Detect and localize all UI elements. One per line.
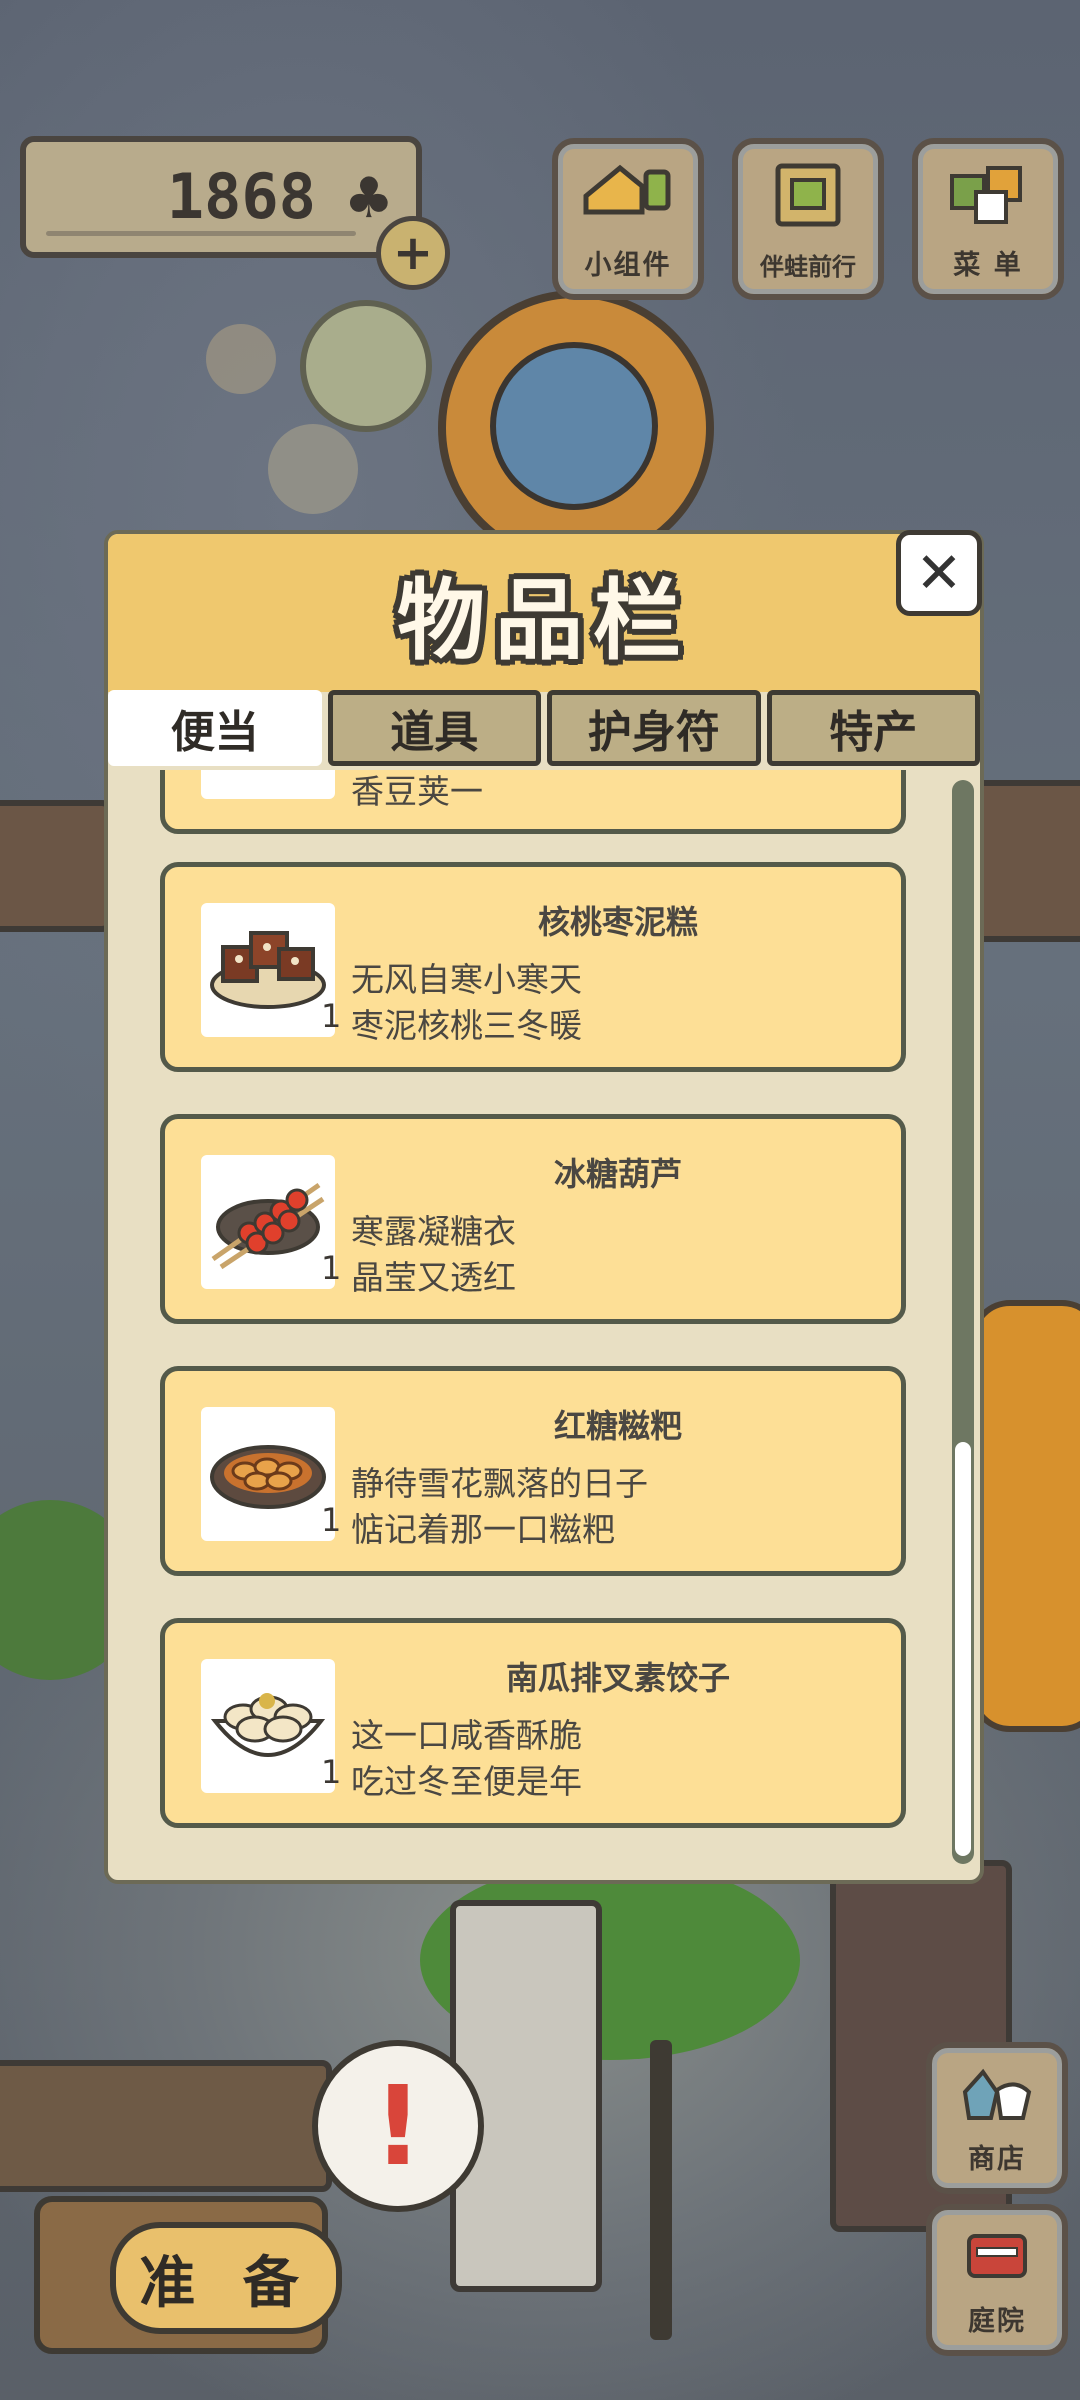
item-quantity: 1	[321, 997, 342, 1035]
lamp-post	[650, 2040, 672, 2340]
inventory-tabs: 便当 道具 护身符 特产	[108, 690, 980, 770]
close-button[interactable]: ✕	[896, 530, 982, 616]
item-desc-partial: 香豆荚一	[351, 772, 483, 811]
item-desc-line1: 静待雪花飘落的日子	[351, 1464, 648, 1503]
tab-bento[interactable]: 便当	[108, 690, 322, 766]
menu-button-label: 菜 单	[953, 250, 1023, 281]
menu-cards-icon	[946, 162, 1030, 232]
walnut-date-cake-icon	[201, 903, 335, 1037]
porthole-window	[438, 290, 714, 566]
frog-journey-button[interactable]: 伴蛙前行	[732, 138, 884, 300]
list-item[interactable]: 1 红糖糍粑 静待雪花飘落的日子 惦记着那一口糍粑	[160, 1366, 906, 1576]
wall-bubble	[268, 424, 358, 514]
wall-shelf	[0, 800, 112, 932]
frog-journey-label: 伴蛙前行	[760, 253, 856, 281]
item-name: 南瓜排叉素饺子	[505, 1659, 730, 1697]
clover-count: 1868	[166, 160, 316, 233]
counter-underline	[46, 231, 356, 236]
list-item[interactable]: 1 冰糖葫芦 寒露凝糖衣 晶莹又透红	[160, 1114, 906, 1324]
wall-bubble	[206, 324, 276, 394]
tab-amulets[interactable]: 护身符	[547, 690, 761, 766]
inventory-header: 物品栏	[108, 534, 980, 692]
scrollbar-thumb[interactable]	[955, 1442, 971, 1856]
item-desc-line2: 惦记着那一口糍粑	[351, 1510, 615, 1549]
clover-counter: 1868 ♣	[20, 136, 422, 258]
item-name: 核桃枣泥糕	[537, 903, 698, 941]
widget-button-label: 小组件	[584, 250, 672, 281]
widget-icon	[580, 162, 676, 230]
list-item[interactable]: 香豆荚一	[160, 770, 906, 834]
item-desc-line1: 这一口咸香酥脆	[351, 1716, 582, 1755]
prepare-button[interactable]: 准 备	[34, 2196, 342, 2354]
menu-button[interactable]: 菜 单	[912, 138, 1064, 300]
item-list[interactable]: 香豆荚一 1 核桃枣泥糕 无风自寒小寒天 枣泥核桃三冬暖 1 冰糖葫芦 寒露凝糖…	[160, 770, 920, 1870]
pumpkin-pile	[970, 1300, 1080, 1732]
item-desc-line2: 吃过冬至便是年	[351, 1762, 582, 1801]
candied-hawthorn-icon	[201, 1155, 335, 1289]
item-quantity: 1	[321, 1501, 342, 1539]
item-name: 冰糖葫芦	[553, 1155, 682, 1193]
floor-board	[0, 2060, 332, 2192]
clover-icon: ♣	[343, 166, 394, 231]
widget-button[interactable]: 小组件	[552, 138, 704, 300]
item-desc-line1: 寒露凝糖衣	[351, 1212, 516, 1251]
inventory-panel: 物品栏 便当 道具 护身符 特产 香豆荚一 1 核桃枣泥糕 无风自寒小寒天 枣泥…	[104, 530, 984, 1884]
item-desc-line1: 无风自寒小寒天	[351, 960, 582, 999]
inventory-title: 物品栏	[396, 569, 691, 672]
item-quantity: 1	[321, 1249, 342, 1287]
list-item[interactable]: 1 南瓜排叉素饺子 这一口咸香酥脆 吃过冬至便是年	[160, 1618, 906, 1828]
item-thumbnail	[201, 770, 335, 799]
list-item[interactable]: 1 核桃枣泥糕 无风自寒小寒天 枣泥核桃三冬暖	[160, 862, 906, 1072]
brown-sugar-ciba-icon	[201, 1407, 335, 1541]
list-scrollbar[interactable]	[952, 780, 974, 1864]
tab-tools[interactable]: 道具	[327, 690, 541, 766]
pumpkin-dumplings-icon	[201, 1659, 335, 1793]
hanging-plate	[300, 300, 432, 432]
add-clover-button[interactable]: +	[376, 216, 450, 290]
tab-specialties[interactable]: 特产	[766, 690, 980, 766]
item-desc-line2: 枣泥核桃三冬暖	[351, 1006, 582, 1045]
shop-bags-icon	[957, 2062, 1037, 2128]
mailbox-icon	[959, 2224, 1035, 2290]
item-name: 红糖糍粑	[553, 1407, 682, 1445]
shop-label: 商店	[968, 2144, 1026, 2175]
yard-button[interactable]: 庭院	[926, 2204, 1068, 2356]
item-quantity: 1	[321, 1753, 342, 1791]
shop-button[interactable]: 商店	[926, 2042, 1068, 2194]
item-desc-line2: 晶莹又透红	[351, 1258, 516, 1297]
alert-bubble[interactable]: !	[312, 2040, 484, 2212]
prepare-label: 准 备	[110, 2222, 342, 2334]
journal-icon	[768, 162, 848, 232]
yard-label: 庭院	[968, 2306, 1026, 2337]
